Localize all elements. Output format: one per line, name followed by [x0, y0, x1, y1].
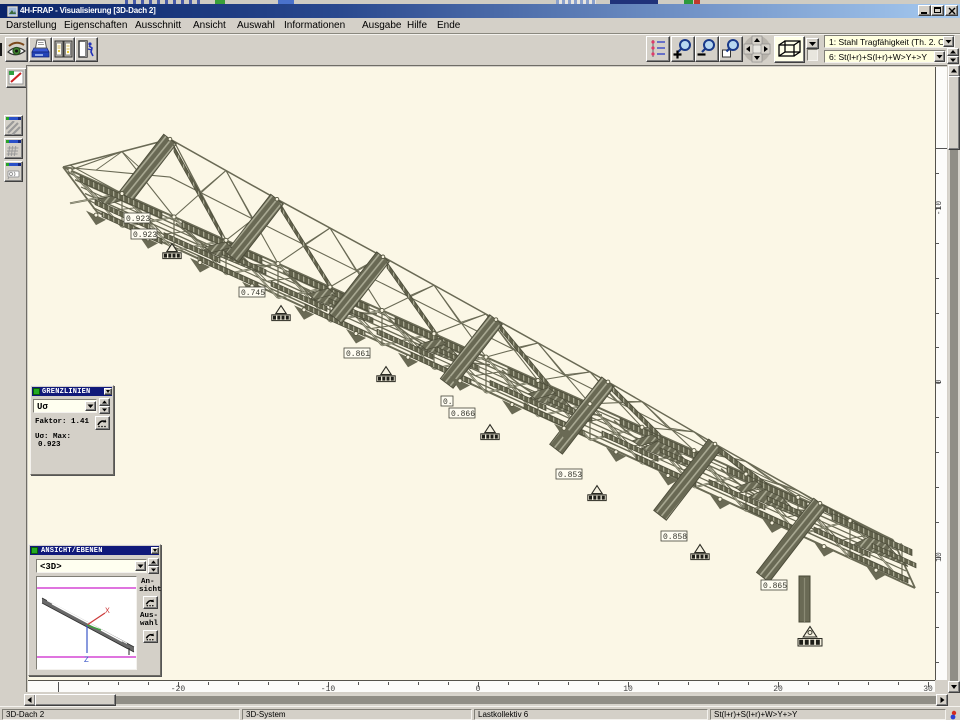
svg-text:0.865: 0.865 [763, 582, 787, 591]
svg-text:Z: Z [84, 656, 89, 665]
svg-text:0.: 0. [443, 398, 453, 407]
svg-text:0.866: 0.866 [451, 410, 475, 419]
svg-text:0.861: 0.861 [346, 350, 370, 359]
svg-text:0.923: 0.923 [133, 231, 157, 240]
svg-text:0.923: 0.923 [126, 215, 150, 224]
svg-text:X: X [105, 607, 110, 616]
svg-text:0.745: 0.745 [241, 289, 265, 298]
svg-text:0.853: 0.853 [558, 471, 582, 480]
svg-text:0.858: 0.858 [663, 533, 687, 542]
